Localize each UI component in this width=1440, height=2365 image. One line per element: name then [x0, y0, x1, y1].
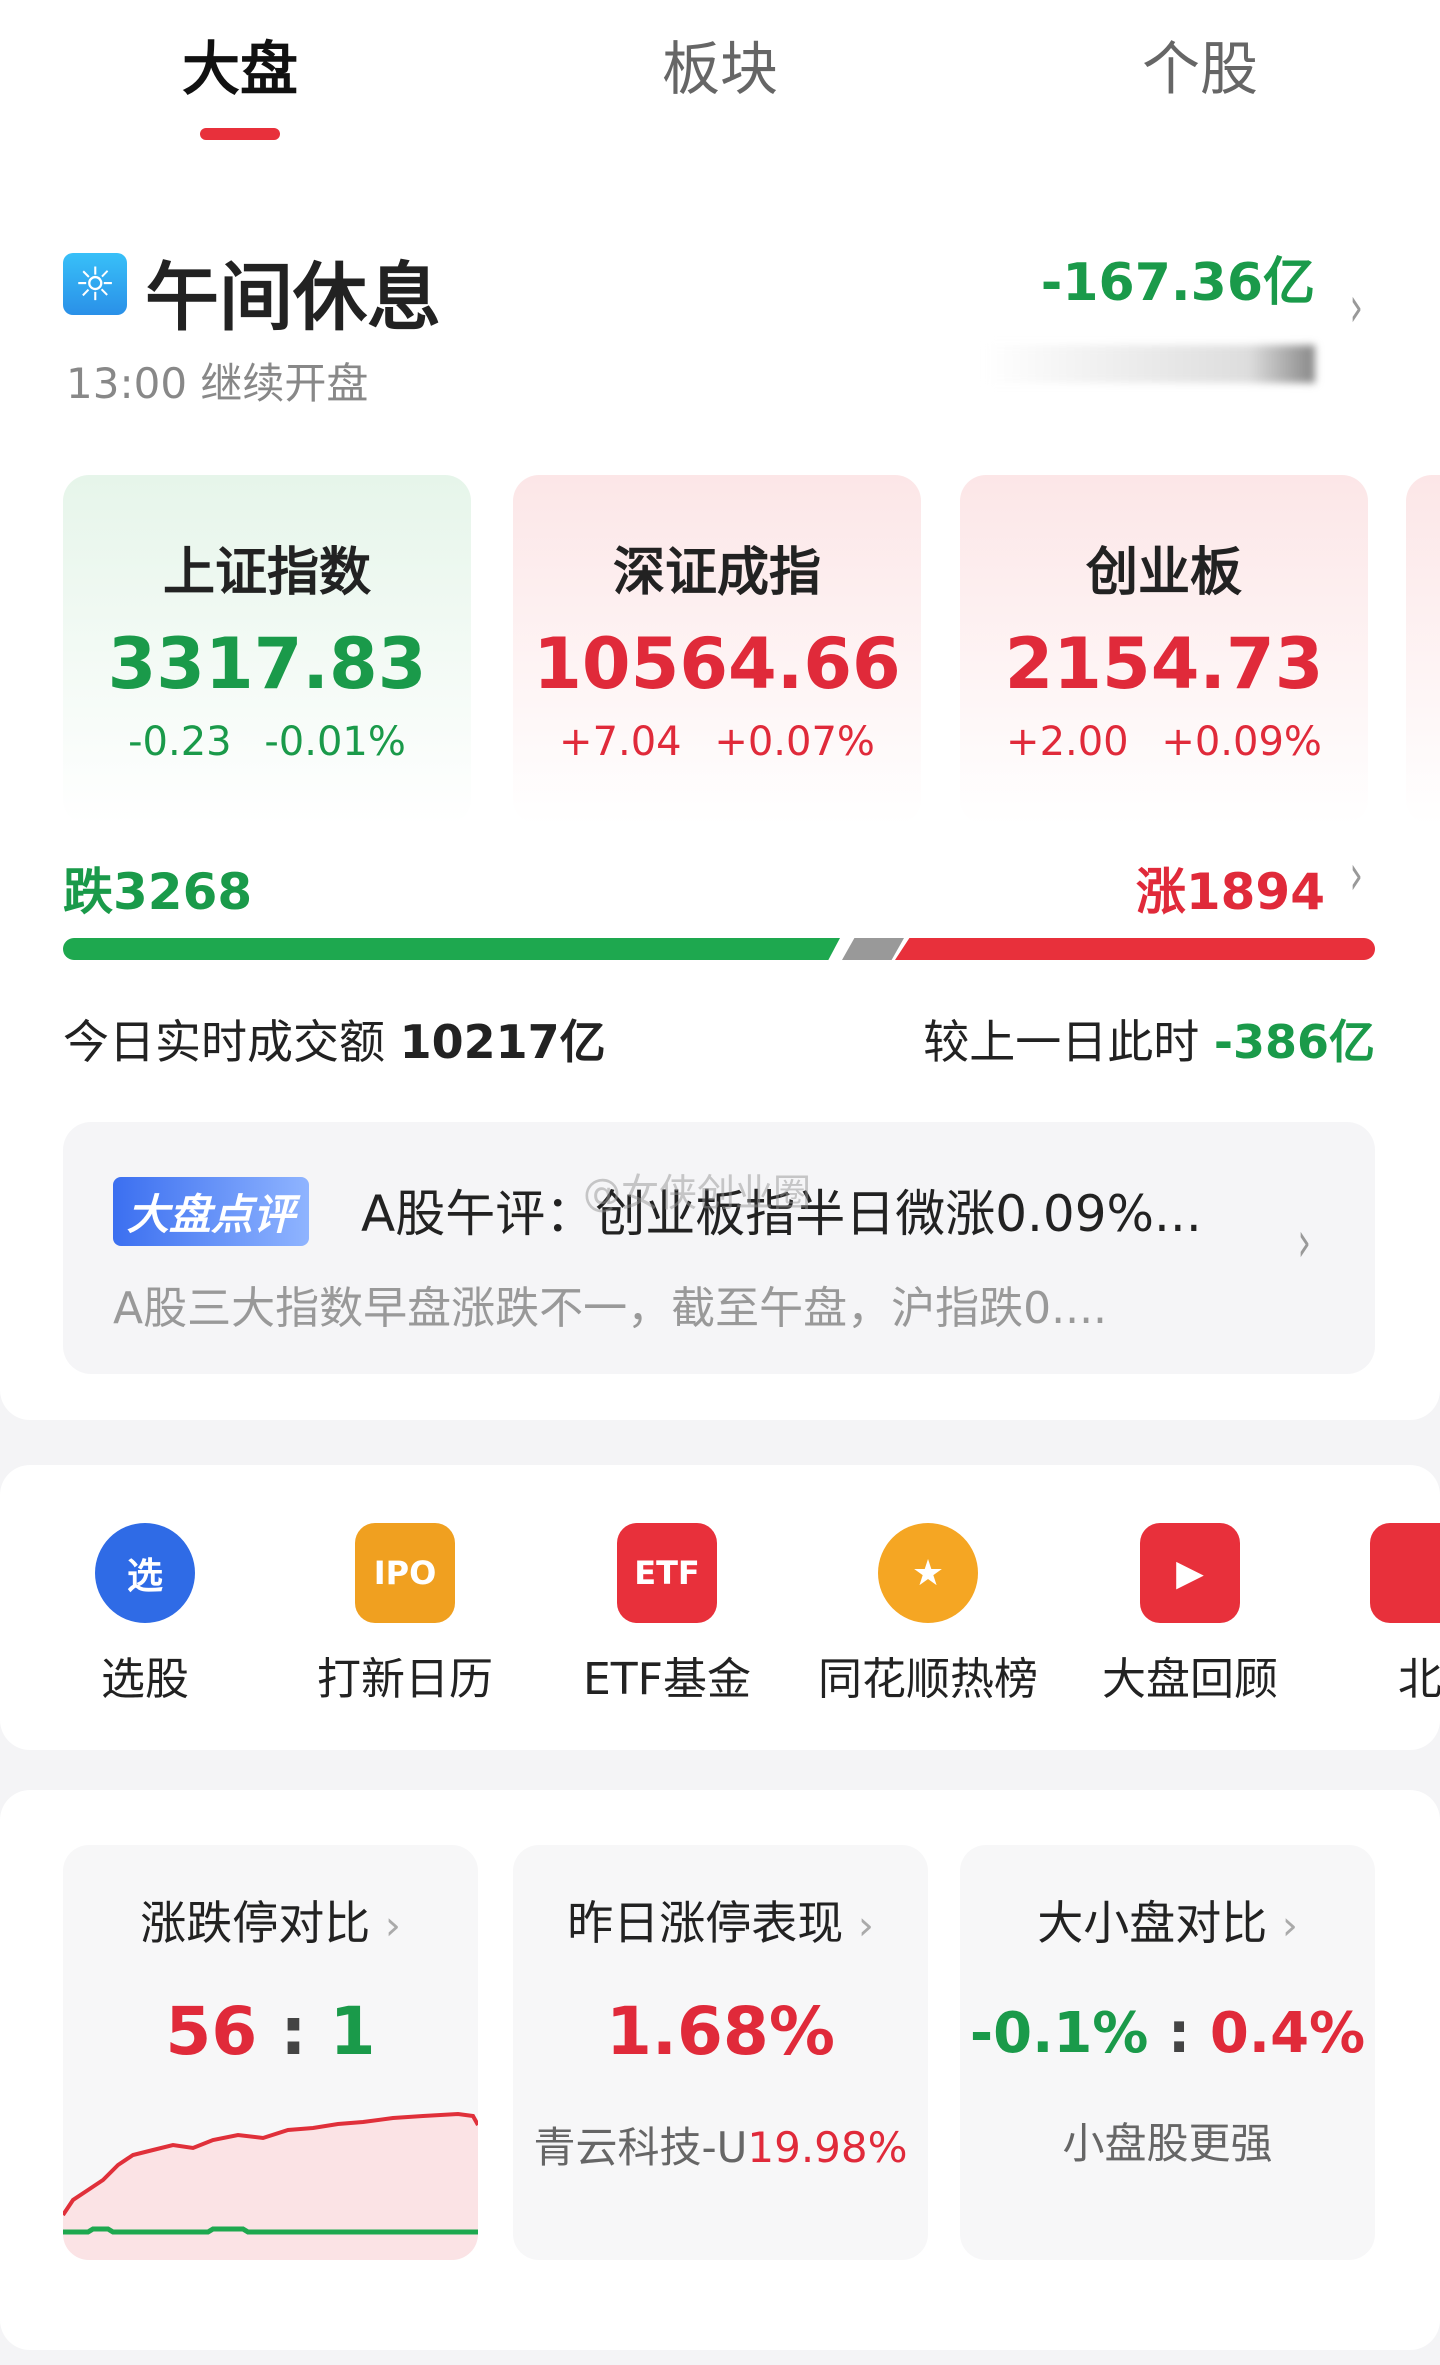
index-pct: -0.01% [264, 719, 406, 765]
market-review-icon: ▶ [1140, 1523, 1240, 1623]
chevron-right-icon[interactable]: › [1349, 843, 1362, 908]
shortcut-hot-list[interactable]: ★ 同花顺热榜 [798, 1523, 1058, 1707]
index-card-shanghai[interactable]: 上证指数 3317.83 -0.23 -0.01% [63, 475, 471, 825]
large-cap-change: -0.1% [969, 2001, 1149, 2066]
advancers-count: 涨1894 [1135, 863, 1325, 921]
compare-value: -386亿 [1213, 1015, 1375, 1069]
shortcut-label: 大盘回顾 [1102, 1654, 1278, 1705]
limit-trend-chart [63, 2111, 478, 2260]
index-name: 深证成指 [612, 543, 821, 603]
turnover-label: 今日实时成交额 [63, 1015, 385, 1069]
north-icon [1370, 1523, 1440, 1623]
shortcut-label: 北 [1398, 1654, 1440, 1705]
chevron-right-icon: › [1281, 1903, 1298, 1949]
index-card-partial[interactable] [1406, 475, 1440, 825]
net-flow-value[interactable]: -167.36亿 [1041, 240, 1315, 315]
small-cap-change: 0.4% [1209, 2001, 1366, 2066]
shortcut-section: 选选股 IPO 打新日历 ETF ETF基金 ★ 同花顺热榜 ▶ 大盘回顾 北 [0, 1465, 1440, 1750]
commentary-badge: 大盘点评 [113, 1177, 310, 1246]
shortcut-etf[interactable]: ETF ETF基金 [537, 1523, 797, 1707]
turnover-row: 今日实时成交额 10217亿 [63, 1006, 606, 1072]
index-name: 创业板 [1085, 543, 1242, 603]
shortcut-north[interactable]: 北 [1290, 1523, 1440, 1707]
card-title: 大小盘对比 [1037, 1896, 1268, 1950]
top-stock-name: 青云科技-U [533, 2123, 748, 2172]
shortcut-stock-picker[interactable]: 选选股 [15, 1523, 275, 1707]
decliners-bar [63, 938, 840, 960]
commentary-summary: A股三大指数早盘涨跌不一，截至午盘，沪指跌0.... [113, 1283, 1108, 1334]
shortcut-label: 同花顺热榜 [818, 1654, 1038, 1705]
net-flow-sparkline [985, 345, 1315, 383]
card-title: 涨跌停对比 [140, 1896, 371, 1950]
index-card-shenzhen[interactable]: 深证成指 10564.66 +7.04 +0.07% [513, 475, 921, 825]
stock-picker-icon: 选 [95, 1523, 195, 1623]
index-card-chinext[interactable]: 创业板 2154.73 +2.00 +0.09% [960, 475, 1368, 825]
turnover-value: 10217亿 [399, 1015, 606, 1069]
active-tab-indicator [200, 128, 280, 140]
shortcut-market-review[interactable]: ▶ 大盘回顾 [1060, 1523, 1320, 1707]
tab-stocks[interactable]: 个股 [1050, 22, 1350, 106]
chevron-right-icon[interactable]: › [1349, 275, 1362, 340]
chevron-right-icon: › [384, 1903, 401, 1949]
yesterday-limit-up-card[interactable]: 昨日涨停表现 › 1.68% 青云科技-U19.98% [513, 1845, 928, 2260]
watermark: @女侠创业圈 [583, 1171, 812, 1215]
shortcut-label: ETF基金 [583, 1654, 751, 1705]
turnover-compare: 较上一日此时 -386亿 [923, 1006, 1375, 1072]
market-commentary-card[interactable]: 大盘点评 A股午评：创业板指半日微涨0.09%... A股三大指数早盘涨跌不一，… [63, 1122, 1375, 1374]
index-change: +7.04 [559, 719, 682, 765]
limit-up-down-card[interactable]: 涨跌停对比 › 56 : 1 [63, 1845, 478, 2260]
advancers-bar [895, 938, 1375, 960]
yesterday-limit-up-value: 1.68% [606, 1993, 835, 2070]
tab-market[interactable]: 大盘 [90, 22, 390, 106]
large-small-cap-card[interactable]: 大小盘对比 › -0.1% : 0.4% 小盘股更强 [960, 1845, 1375, 2260]
index-pct: +0.07% [714, 719, 875, 765]
market-status-title: 午间休息 [145, 255, 441, 341]
separator: : [280, 1993, 307, 2070]
index-value: 10564.66 [533, 623, 901, 705]
separator: : [1167, 2001, 1191, 2066]
index-name: 上证指数 [162, 543, 371, 603]
shortcut-label: 选股 [101, 1654, 189, 1705]
etf-icon: ETF [617, 1523, 717, 1623]
index-change: -0.23 [128, 719, 232, 765]
chevron-right-icon: › [857, 1903, 874, 1949]
sun-icon: ☼ [63, 253, 127, 315]
chevron-right-icon: › [1297, 1210, 1311, 1275]
index-pct: +0.09% [1161, 719, 1322, 765]
top-stock-pct: 19.98% [747, 2123, 908, 2172]
shortcut-label: 打新日历 [317, 1654, 493, 1705]
limit-down-count: 1 [329, 1993, 376, 2070]
shortcut-ipo-calendar[interactable]: IPO 打新日历 [275, 1523, 535, 1707]
market-status-subtitle: 13:00 继续开盘 [66, 359, 369, 408]
card-title: 昨日涨停表现 [567, 1896, 844, 1950]
tab-sectors[interactable]: 板块 [570, 22, 870, 106]
compare-label: 较上一日此时 [923, 1015, 1200, 1069]
limit-up-count: 56 [165, 1993, 258, 2070]
index-value: 3317.83 [107, 623, 427, 705]
index-value: 2154.73 [1004, 623, 1324, 705]
index-change: +2.00 [1006, 719, 1129, 765]
ipo-calendar-icon: IPO [355, 1523, 455, 1623]
decliners-count: 跌3268 [63, 863, 253, 921]
cap-comparison-note: 小盘股更强 [1062, 2119, 1273, 2168]
stats-section: 涨跌停对比 › 56 : 1 昨日涨停表现 › 1.68% 青云科技-U19.9… [0, 1790, 1440, 2350]
hot-list-medal-icon: ★ [878, 1523, 978, 1623]
